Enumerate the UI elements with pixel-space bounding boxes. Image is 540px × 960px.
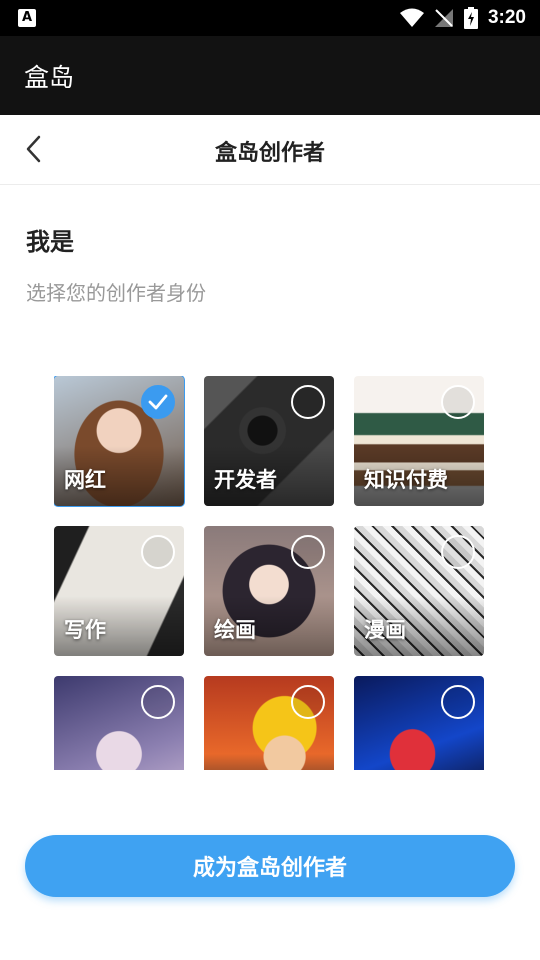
select-circle-icon <box>291 535 325 569</box>
category-tile-painting[interactable]: 绘画 <box>204 526 334 656</box>
creator-category-grid: 网红 开发者 知识付费 写作 绘画 漫画 <box>54 376 486 770</box>
select-circle-icon <box>441 385 475 419</box>
battery-charging-icon <box>463 7 478 29</box>
category-label: 开发者 <box>214 468 277 492</box>
section-title: 我是 <box>26 228 74 256</box>
selected-check-icon <box>141 385 175 419</box>
page-header: 盒岛创作者 <box>0 115 540 185</box>
select-circle-icon <box>141 535 175 569</box>
category-tile-influencer[interactable]: 网红 <box>54 376 185 507</box>
category-tile-developer[interactable]: 开发者 <box>204 376 334 506</box>
select-circle-icon <box>441 535 475 569</box>
category-tile-writing[interactable]: 写作 <box>54 526 184 656</box>
category-tile-knowledge-paid[interactable]: 知识付费 <box>354 376 484 506</box>
category-tile-comics[interactable]: 漫画 <box>354 526 484 656</box>
app-bar: 盒岛 <box>0 36 540 115</box>
select-circle-icon <box>291 385 325 419</box>
category-label: 知识付费 <box>364 468 448 492</box>
category-tile-9[interactable] <box>354 676 484 770</box>
status-bar: A 3:20 <box>0 0 540 36</box>
no-signal-icon <box>434 9 453 27</box>
notification-icon: A <box>18 9 36 27</box>
section-subtitle: 选择您的创作者身份 <box>26 281 206 305</box>
select-circle-icon <box>291 685 325 719</box>
select-circle-icon <box>141 685 175 719</box>
category-label: 写作 <box>64 618 106 642</box>
clock: 3:20 <box>487 7 526 28</box>
status-icons: 3:20 <box>399 0 526 36</box>
page-title: 盒岛创作者 <box>214 141 325 166</box>
become-creator-button[interactable]: 成为盒岛创作者 <box>25 835 515 897</box>
category-tile-8[interactable] <box>204 676 334 770</box>
select-circle-icon <box>441 685 475 719</box>
category-label: 绘画 <box>214 618 256 642</box>
category-label: 网红 <box>64 468 106 492</box>
category-tile-7[interactable] <box>54 676 184 770</box>
wifi-icon <box>399 8 424 27</box>
category-label: 漫画 <box>364 618 406 642</box>
app-title: 盒岛 <box>24 63 75 92</box>
